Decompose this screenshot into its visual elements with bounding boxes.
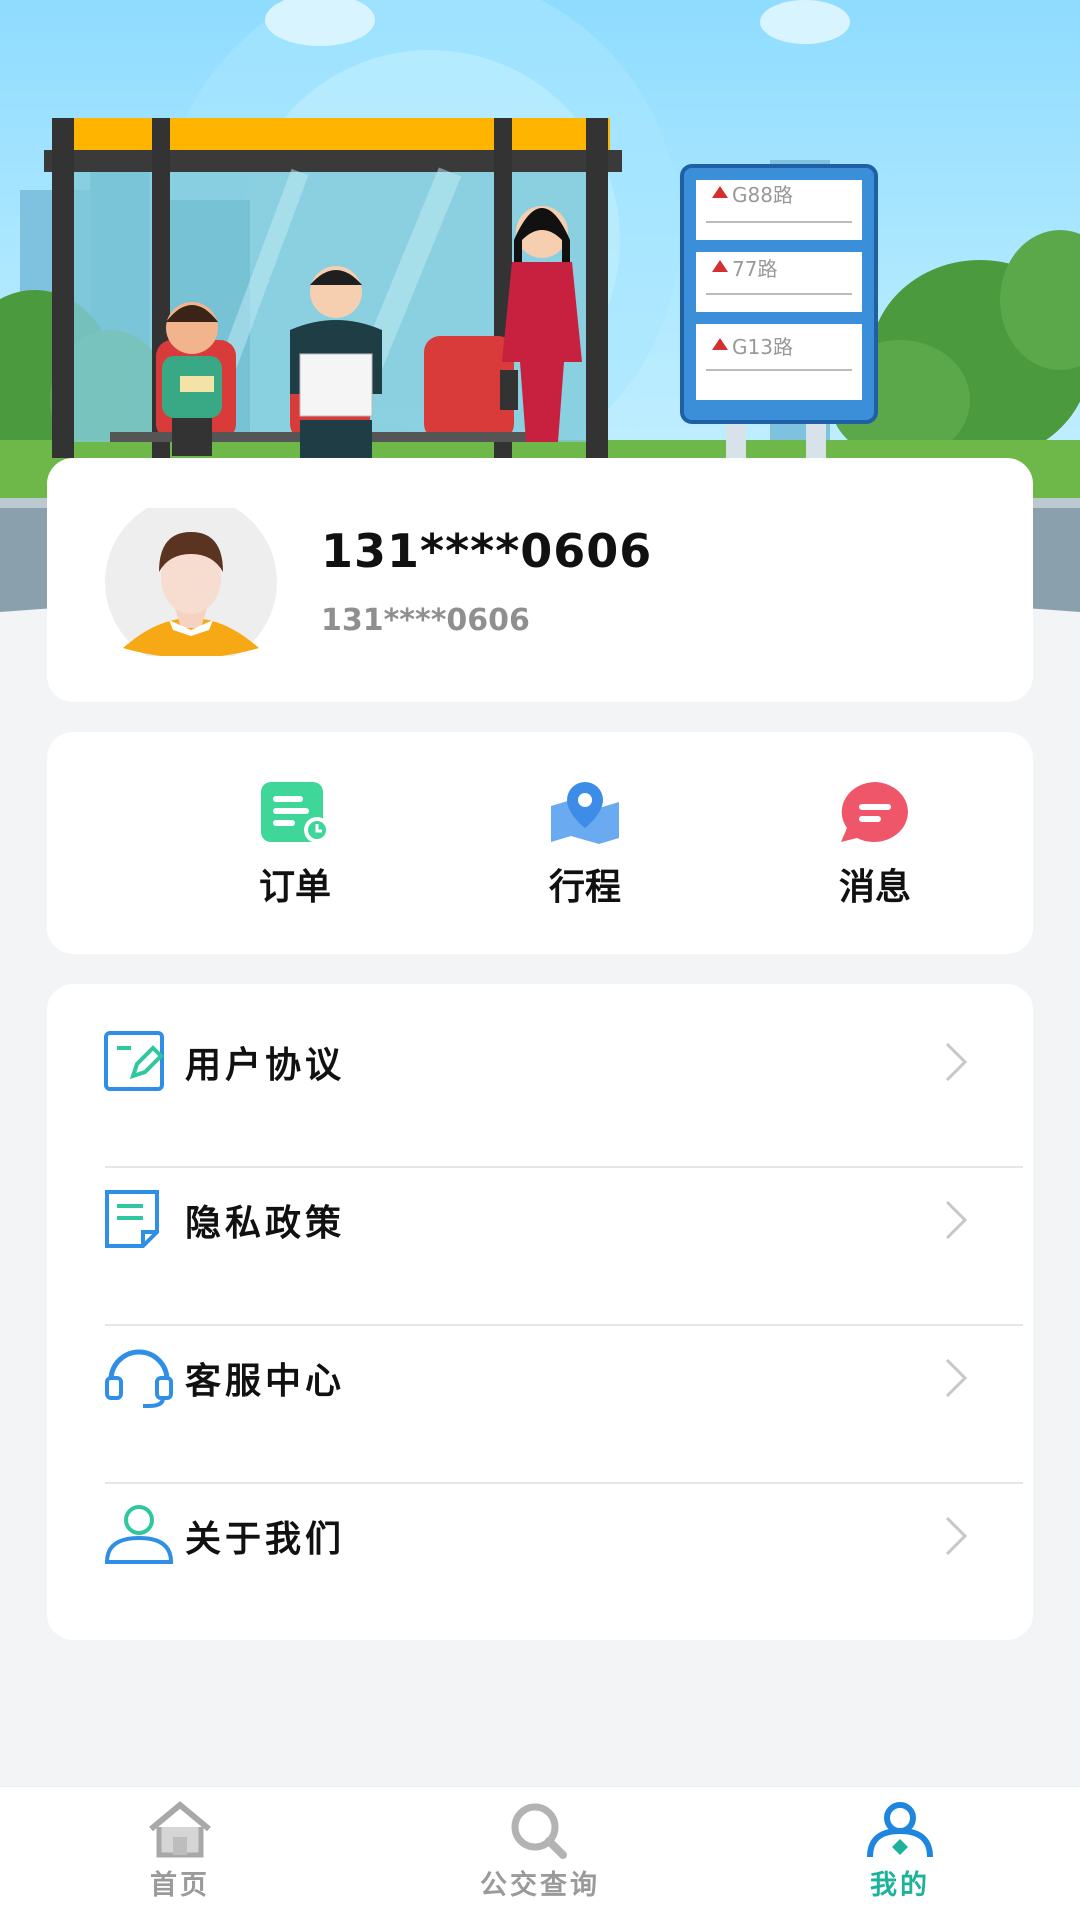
- search-icon: [511, 1803, 567, 1859]
- settings-menu-card: 用户协议 隐私政策 客服中心 关于我们: [47, 984, 1033, 1640]
- agreement-edit-icon: [104, 1031, 164, 1091]
- route-label: 77路: [732, 257, 777, 281]
- tab-mine[interactable]: 我的: [800, 1801, 1000, 1902]
- avatar[interactable]: [105, 496, 277, 668]
- tab-home[interactable]: 首页: [80, 1801, 280, 1902]
- quick-action-label: 消息: [838, 867, 911, 908]
- quick-action-label: 订单: [258, 867, 331, 908]
- chevron-right-icon: [945, 1516, 968, 1556]
- tab-label: 首页: [150, 1870, 210, 1901]
- menu-item-label: 隐私政策: [185, 1203, 346, 1244]
- phone-number-sub: 131****0606: [321, 603, 530, 638]
- person-icon: [104, 1505, 174, 1564]
- headset-icon: [105, 1349, 173, 1408]
- bottom-tab-bar: 首页 公交查询 我的: [0, 1786, 1080, 1921]
- map-pin-icon: [551, 782, 619, 844]
- quick-action-order[interactable]: 订单: [205, 780, 385, 910]
- menu-item-label: 客服中心: [185, 1361, 346, 1402]
- tab-label: 我的: [870, 1870, 930, 1901]
- menu-item-label: 关于我们: [185, 1519, 346, 1560]
- tab-bus-search[interactable]: 公交查询: [440, 1801, 640, 1902]
- route-label: G88路: [732, 183, 793, 207]
- chevron-right-icon: [945, 1358, 968, 1398]
- quick-action-label: 行程: [548, 867, 621, 908]
- menu-item-customer-service[interactable]: 客服中心: [47, 1300, 1033, 1458]
- route-label: G13路: [732, 335, 793, 359]
- profile-icon: [867, 1802, 933, 1858]
- menu-item-user-agreement[interactable]: 用户协议: [47, 984, 1033, 1142]
- chevron-right-icon: [945, 1200, 968, 1240]
- quick-action-trip[interactable]: 行程: [495, 780, 675, 910]
- profile-card[interactable]: 131****0606 131****0606: [47, 458, 1033, 702]
- menu-item-privacy-policy[interactable]: 隐私政策: [47, 1142, 1033, 1300]
- privacy-document-icon: [105, 1190, 159, 1248]
- order-icon: [261, 782, 330, 843]
- tab-label: 公交查询: [480, 1870, 600, 1901]
- phone-number-main: 131****0606: [321, 524, 653, 578]
- chevron-right-icon: [945, 1042, 968, 1082]
- menu-item-label: 用户协议: [185, 1045, 346, 1086]
- quick-actions-card: 订单 行程 消息: [47, 732, 1033, 954]
- message-icon: [841, 782, 908, 842]
- menu-item-about-us[interactable]: 关于我们: [47, 1458, 1033, 1616]
- quick-action-message[interactable]: 消息: [785, 780, 965, 910]
- home-icon: [149, 1801, 211, 1858]
